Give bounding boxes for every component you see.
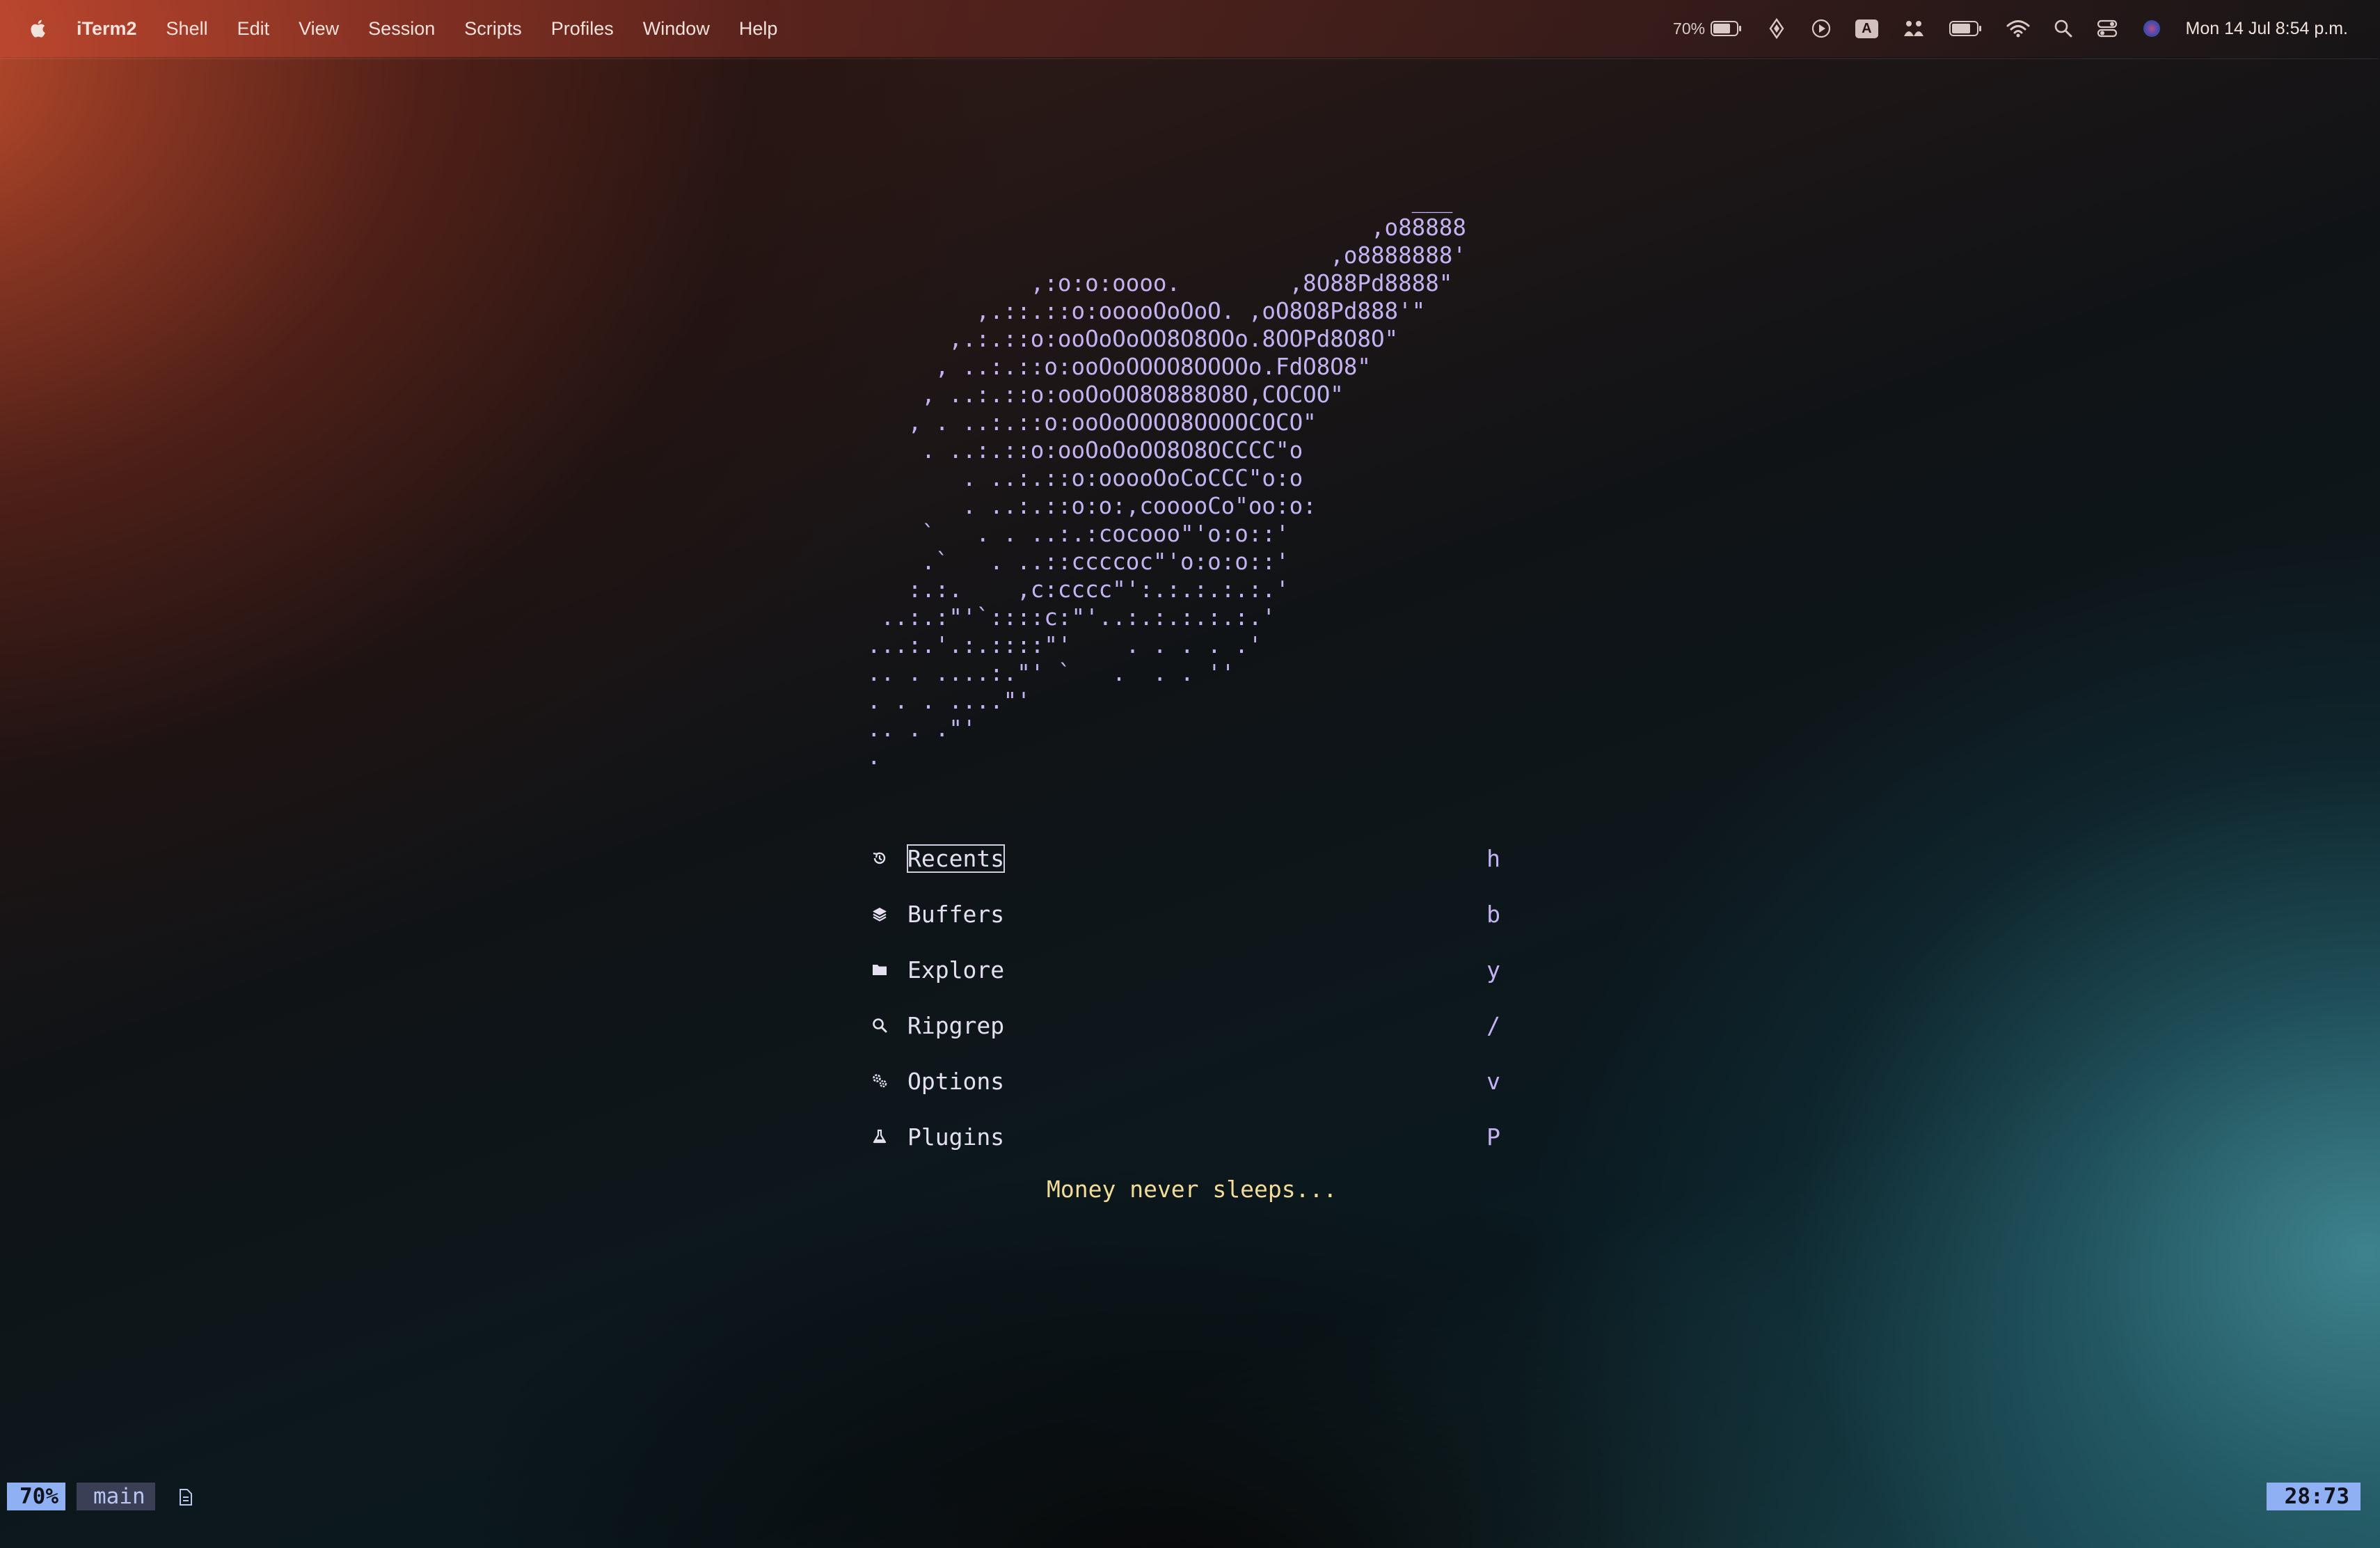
dashboard-item-key: /: [1486, 1011, 1500, 1039]
play-icon[interactable]: [1811, 18, 1832, 39]
menu-session[interactable]: Session: [368, 18, 435, 40]
menu-window[interactable]: Window: [643, 18, 710, 40]
desktop-screen: iTerm2 Shell Edit View Session Scripts P…: [0, 0, 2380, 1548]
terminal-window[interactable]: ___ ,o88888 ,o8888888' ,:o:o:oooo. ,8O88…: [0, 58, 2379, 1547]
statusline-scroll-percent: 70%: [7, 1483, 65, 1510]
menu-help[interactable]: Help: [739, 18, 778, 40]
layers-icon: [870, 904, 889, 924]
menu-view[interactable]: View: [299, 18, 339, 40]
control-center-icon[interactable]: [2097, 19, 2118, 38]
macos-menu-bar: iTerm2 Shell Edit View Session Scripts P…: [0, 0, 2380, 57]
menu-scripts[interactable]: Scripts: [464, 18, 522, 40]
dashboard-item-key: h: [1486, 844, 1500, 872]
dashboard-item-label: Plugins: [907, 1123, 1005, 1151]
dashboard-item-plugins[interactable]: Plugins P: [867, 1120, 1500, 1153]
dashboard-footer-quote: Money never sleeps...: [1047, 1176, 1338, 1203]
dashboard-item-label: Recents: [907, 844, 1005, 872]
menu-shell[interactable]: Shell: [166, 18, 208, 40]
wifi-icon[interactable]: [2006, 19, 2030, 38]
battery-status[interactable]: 70%: [1673, 19, 1743, 38]
dashboard-item-key: b: [1486, 900, 1500, 928]
dashboard-item-recents[interactable]: Recents h: [867, 842, 1500, 875]
battery-charging-icon[interactable]: [1949, 19, 1983, 38]
battery-icon: [1711, 21, 1742, 36]
statusline-git-branch: main: [77, 1483, 155, 1510]
siri-icon[interactable]: [2141, 18, 2162, 39]
spotlight-search-icon[interactable]: [2054, 19, 2073, 38]
dashboard-item-key: v: [1486, 1067, 1500, 1095]
dashboard-item-options[interactable]: Options v: [867, 1064, 1500, 1098]
location-icon[interactable]: [1766, 18, 1787, 39]
dashboard-item-ripgrep[interactable]: Ripgrep /: [867, 1009, 1500, 1042]
people-icon[interactable]: [1902, 18, 1926, 39]
gears-icon: [870, 1071, 889, 1091]
dashboard-item-label: Options: [907, 1067, 1005, 1095]
battery-percent: 70%: [1673, 19, 1706, 38]
folder-icon: [870, 960, 889, 979]
dashboard-item-label: Buffers: [907, 900, 1005, 928]
menu-edit[interactable]: Edit: [237, 18, 270, 40]
input-source-icon[interactable]: A: [1855, 19, 1878, 38]
search-icon: [870, 1016, 889, 1035]
flask-icon: [870, 1127, 889, 1146]
menubar-clock[interactable]: Mon 14 Jul 8:54 p.m.: [2186, 19, 2348, 39]
history-icon: [870, 848, 889, 868]
recents-label-cursor: Recents: [906, 844, 1006, 873]
dashboard-item-buffers[interactable]: Buffers b: [867, 897, 1500, 931]
dashboard-item-label: Explore: [907, 956, 1005, 984]
dashboard-item-explore[interactable]: Explore y: [867, 953, 1500, 986]
dashboard-item-label: Ripgrep: [907, 1011, 1005, 1039]
menu-profiles[interactable]: Profiles: [551, 18, 614, 40]
dashboard-ascii-art: ___ ,o88888 ,o8888888' ,:o:o:oooo. ,8O88…: [867, 187, 1466, 770]
statusline: 70% main 28:73: [0, 1483, 2379, 1510]
app-name-menu[interactable]: iTerm2: [77, 18, 137, 40]
statusline-cursor-position: 28:73: [2266, 1483, 2361, 1510]
dashboard-item-key: P: [1486, 1123, 1500, 1151]
file-icon: [180, 1489, 192, 1506]
dashboard-item-key: y: [1486, 956, 1500, 984]
apple-icon[interactable]: [28, 18, 46, 39]
